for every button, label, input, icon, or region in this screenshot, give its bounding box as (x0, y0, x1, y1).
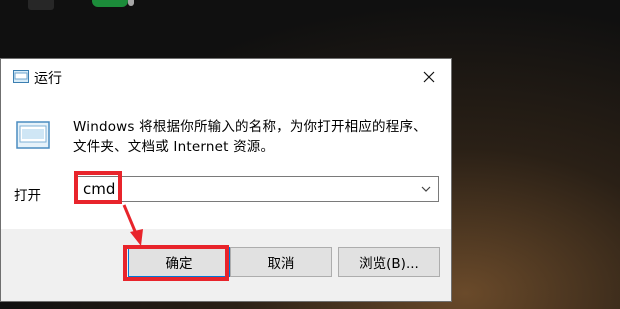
chevron-down-icon[interactable] (418, 181, 434, 197)
cancel-button[interactable]: 取消 (230, 247, 332, 277)
close-button[interactable] (407, 59, 451, 95)
dialog-description: Windows 将根据你所输入的名称，为你打开相应的程序、文件夹、文档或 Int… (73, 119, 427, 155)
desktop-icon-fragment (128, 0, 134, 6)
close-icon (423, 71, 435, 83)
dialog-title: 运行 (34, 71, 62, 87)
title-bar[interactable]: 运行 (1, 59, 451, 95)
command-combobox[interactable]: cmd (76, 176, 439, 202)
run-app-icon (13, 70, 29, 83)
open-label: 打开 (14, 188, 41, 204)
run-icon (16, 121, 50, 149)
browse-button[interactable]: 浏览(B)... (338, 247, 440, 277)
ok-highlight-box (123, 245, 229, 281)
desktop-icon-fragment (28, 0, 54, 10)
input-highlight-box (74, 171, 122, 204)
desktop-icon-fragment (92, 0, 128, 7)
